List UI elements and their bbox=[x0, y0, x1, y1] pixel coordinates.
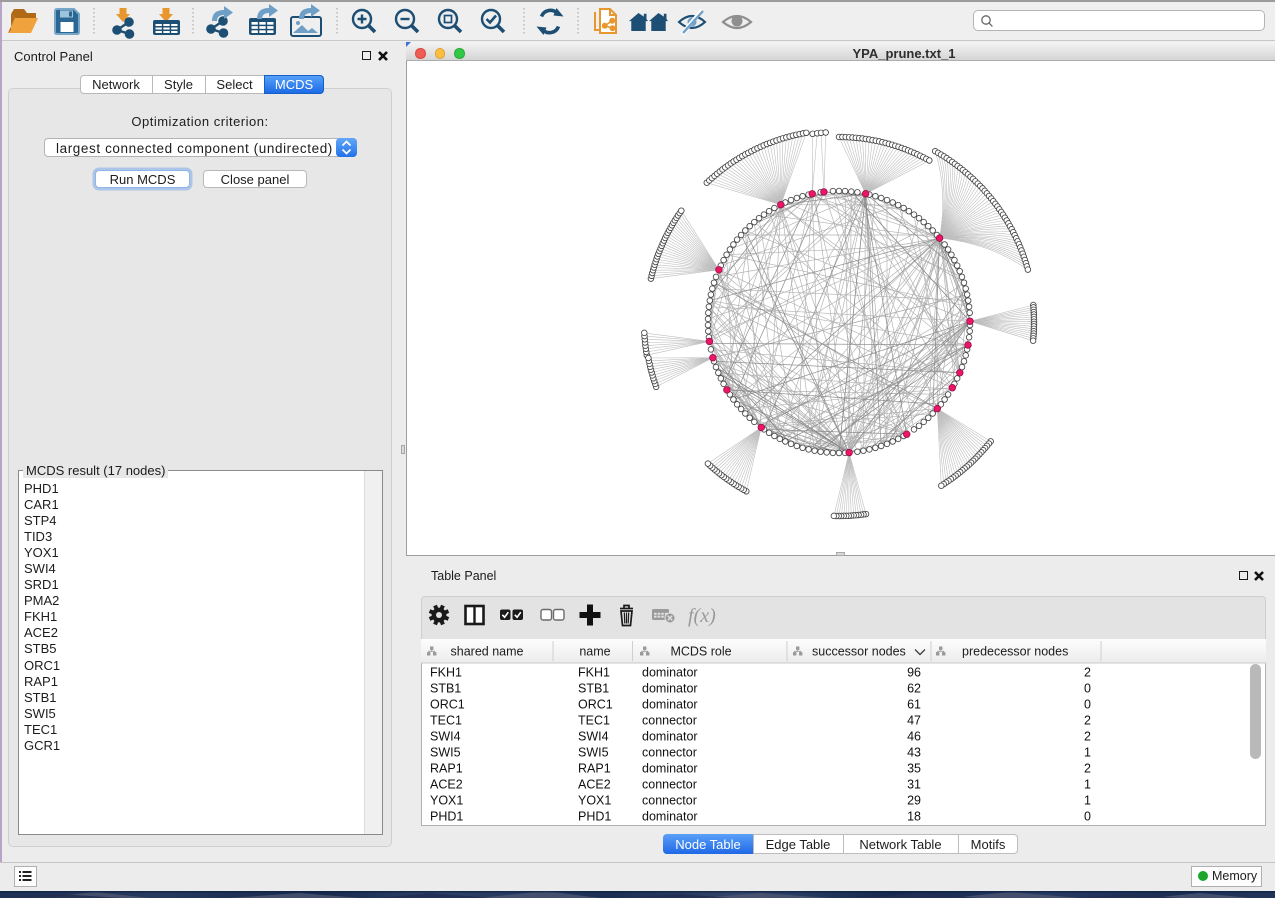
svg-text:18: 18 bbox=[907, 810, 921, 824]
svg-text:29: 29 bbox=[907, 794, 921, 808]
svg-text:connector: connector bbox=[642, 778, 697, 792]
svg-text:ACE2: ACE2 bbox=[578, 778, 611, 792]
svg-text:62: 62 bbox=[907, 682, 921, 696]
svg-text:successor nodes: successor nodes bbox=[812, 645, 906, 659]
svg-text:2: 2 bbox=[1084, 730, 1091, 744]
svg-text:ORC1: ORC1 bbox=[430, 698, 465, 712]
svg-text:connector: connector bbox=[642, 714, 697, 728]
svg-text:FKH1: FKH1 bbox=[430, 666, 462, 680]
svg-text:SWI4: SWI4 bbox=[430, 730, 461, 744]
svg-text:dominator: dominator bbox=[642, 810, 698, 824]
svg-text:ORC1: ORC1 bbox=[578, 698, 613, 712]
svg-text:46: 46 bbox=[907, 730, 921, 744]
svg-text:predecessor nodes: predecessor nodes bbox=[962, 645, 1068, 659]
svg-text:connector: connector bbox=[642, 794, 697, 808]
svg-text:1: 1 bbox=[1084, 778, 1091, 792]
svg-text:ACE2: ACE2 bbox=[430, 778, 463, 792]
svg-text:2: 2 bbox=[1084, 666, 1091, 680]
svg-text:YOX1: YOX1 bbox=[430, 794, 463, 808]
svg-text:2: 2 bbox=[1084, 762, 1091, 776]
svg-text:name: name bbox=[579, 645, 610, 659]
svg-text:2: 2 bbox=[1084, 714, 1091, 728]
svg-text:1: 1 bbox=[1084, 746, 1091, 760]
svg-text:35: 35 bbox=[907, 762, 921, 776]
svg-text:shared name: shared name bbox=[451, 645, 524, 659]
svg-text:SWI5: SWI5 bbox=[578, 746, 609, 760]
svg-text:MCDS role: MCDS role bbox=[670, 645, 731, 659]
svg-text:STB1: STB1 bbox=[430, 682, 461, 696]
svg-text:SWI4: SWI4 bbox=[578, 730, 609, 744]
svg-text:0: 0 bbox=[1084, 682, 1091, 696]
svg-text:dominator: dominator bbox=[642, 682, 698, 696]
svg-text:43: 43 bbox=[907, 746, 921, 760]
svg-text:PHD1: PHD1 bbox=[578, 810, 611, 824]
svg-text:dominator: dominator bbox=[642, 698, 698, 712]
svg-text:TEC1: TEC1 bbox=[578, 714, 610, 728]
svg-text:47: 47 bbox=[907, 714, 921, 728]
svg-text:STB1: STB1 bbox=[578, 682, 609, 696]
svg-text:0: 0 bbox=[1084, 698, 1091, 712]
svg-text:SWI5: SWI5 bbox=[430, 746, 461, 760]
svg-text:YOX1: YOX1 bbox=[578, 794, 611, 808]
svg-text:PHD1: PHD1 bbox=[430, 810, 463, 824]
svg-text:f(x): f(x) bbox=[688, 605, 716, 627]
svg-text:RAP1: RAP1 bbox=[578, 762, 611, 776]
svg-text:96: 96 bbox=[907, 666, 921, 680]
svg-text:RAP1: RAP1 bbox=[430, 762, 463, 776]
svg-text:dominator: dominator bbox=[642, 762, 698, 776]
svg-text:61: 61 bbox=[907, 698, 921, 712]
svg-text:connector: connector bbox=[642, 746, 697, 760]
svg-text:FKH1: FKH1 bbox=[578, 666, 610, 680]
svg-text:dominator: dominator bbox=[642, 666, 698, 680]
svg-text:1: 1 bbox=[1084, 794, 1091, 808]
svg-text:TEC1: TEC1 bbox=[430, 714, 462, 728]
svg-text:31: 31 bbox=[907, 778, 921, 792]
svg-text:dominator: dominator bbox=[642, 730, 698, 744]
svg-text:0: 0 bbox=[1084, 810, 1091, 824]
